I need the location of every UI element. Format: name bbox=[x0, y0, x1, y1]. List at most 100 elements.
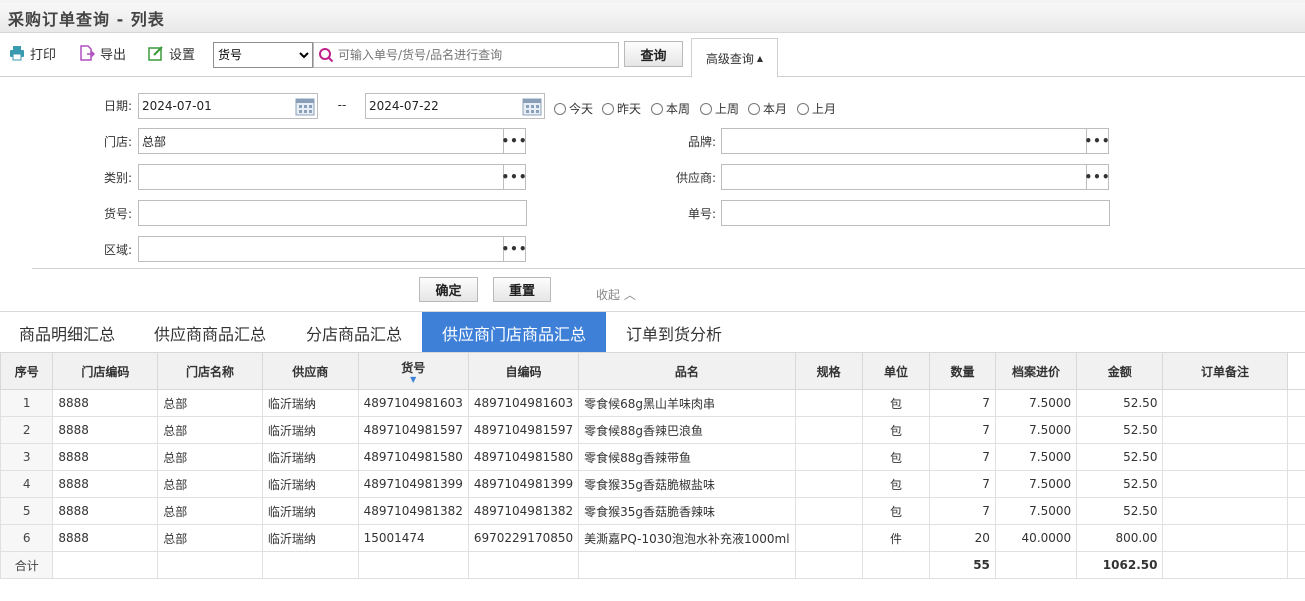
cell-store-name: 总部 bbox=[157, 443, 263, 471]
tab-order-arrival[interactable]: 订单到货分析 bbox=[606, 312, 742, 353]
cell-cost: 7.5000 bbox=[994, 416, 1078, 444]
edit-settings-icon bbox=[148, 46, 163, 61]
radio-last-week[interactable]: 上周 bbox=[700, 100, 739, 117]
table-row[interactable]: 1 8888 总部 临沂瑞纳 4897104981603 4897104981603 零食候… bbox=[0, 389, 1305, 417]
supplier-picker-button[interactable]: ••• bbox=[1085, 164, 1110, 190]
total-amount: 1062.50 bbox=[1076, 551, 1164, 579]
cell-unit: 包 bbox=[861, 389, 931, 417]
page-title: 采购订单查询 - 列表 bbox=[8, 9, 165, 29]
col-header-unit[interactable]: 单位 bbox=[861, 352, 931, 390]
cell-filler bbox=[1286, 443, 1305, 471]
print-button[interactable]: 打印 bbox=[9, 43, 56, 63]
print-label: 打印 bbox=[30, 47, 57, 63]
settings-button[interactable]: 设置 bbox=[148, 43, 195, 63]
brand-label: 品牌: bbox=[687, 135, 716, 149]
calendar-icon[interactable] bbox=[521, 95, 543, 117]
col-header-item-no-label: 货号 bbox=[401, 360, 426, 375]
collapse-toggle[interactable]: 收起 ︿ bbox=[596, 286, 636, 303]
search-field-select[interactable]: 货号 bbox=[213, 42, 313, 68]
radio-label: 上月 bbox=[812, 102, 837, 116]
cell-index: 5 bbox=[0, 497, 54, 525]
cell-store-name: 总部 bbox=[157, 470, 263, 498]
store-input[interactable]: 总部 bbox=[138, 128, 504, 154]
radio-today[interactable]: 今天 bbox=[554, 100, 593, 117]
col-header-supplier[interactable]: 供应商 bbox=[261, 352, 359, 390]
table-header-row: 序号 门店编码 门店名称 供应商 货号 ▼ 自编码 品名 规格 单位 数量 档案进… bbox=[0, 352, 1305, 390]
category-input[interactable] bbox=[138, 164, 504, 190]
col-header-store-code[interactable]: 门店编码 bbox=[52, 352, 159, 390]
search-input[interactable] bbox=[334, 44, 618, 66]
cell-remark bbox=[1162, 524, 1288, 552]
date-from-value: 2024-07-01 bbox=[142, 99, 212, 113]
table-row[interactable]: 4 8888 总部 临沂瑞纳 4897104981399 4897104981399 零食猴… bbox=[0, 470, 1305, 498]
region-input[interactable] bbox=[138, 236, 504, 262]
cell-item-no: 4897104981399 bbox=[357, 470, 469, 498]
cell-product-name: 零食候68g黑山羊味肉串 bbox=[578, 389, 796, 417]
cell-spec bbox=[794, 443, 863, 471]
caret-up-icon: ▲ bbox=[756, 53, 764, 63]
tab-supplier-item[interactable]: 供应商商品汇总 bbox=[134, 312, 286, 353]
export-label: 导出 bbox=[100, 47, 127, 63]
cell-remark bbox=[1162, 416, 1288, 444]
col-header-remark[interactable]: 订单备注 bbox=[1162, 352, 1288, 390]
store-value: 总部 bbox=[142, 134, 167, 149]
export-button[interactable]: 导出 bbox=[79, 43, 126, 63]
col-header-store-name[interactable]: 门店名称 bbox=[157, 352, 263, 390]
store-picker-button[interactable]: ••• bbox=[502, 128, 527, 154]
cell-remark bbox=[1162, 443, 1288, 471]
confirm-button[interactable]: 确定 bbox=[419, 277, 478, 302]
radio-this-week[interactable]: 本周 bbox=[651, 100, 690, 117]
tab-branch-item[interactable]: 分店商品汇总 bbox=[286, 312, 422, 353]
tab-item-detail[interactable]: 商品明细汇总 bbox=[0, 312, 134, 353]
total-empty-cell bbox=[157, 551, 263, 579]
table-row[interactable]: 6 8888 总部 临沂瑞纳 15001474 6970229170850 美澌嘉PQ-10… bbox=[0, 524, 1305, 552]
cell-index: 2 bbox=[0, 416, 54, 444]
cell-spec bbox=[794, 524, 863, 552]
search-box bbox=[313, 42, 619, 68]
cell-amount: 52.50 bbox=[1076, 416, 1164, 444]
category-picker-button[interactable]: ••• bbox=[502, 164, 527, 190]
total-empty-cell bbox=[467, 551, 580, 579]
search-icon bbox=[319, 48, 334, 63]
radio-this-month[interactable]: 本月 bbox=[748, 100, 787, 117]
col-header-spec[interactable]: 规格 bbox=[794, 352, 863, 390]
tab-supplier-store-item[interactable]: 供应商门店商品汇总 bbox=[422, 312, 606, 353]
region-picker-button[interactable]: ••• bbox=[502, 236, 527, 262]
cell-supplier: 临沂瑞纳 bbox=[261, 497, 359, 525]
col-header-self-code[interactable]: 自编码 bbox=[467, 352, 580, 390]
query-button[interactable]: 查询 bbox=[624, 41, 683, 67]
radio-label: 昨天 bbox=[617, 102, 642, 116]
cell-self-code: 4897104981382 bbox=[467, 497, 580, 525]
table-row[interactable]: 2 8888 总部 临沂瑞纳 4897104981597 4897104981597 零食候… bbox=[0, 416, 1305, 444]
order-no-input[interactable] bbox=[721, 200, 1110, 226]
cell-store-code: 8888 bbox=[52, 443, 159, 471]
col-header-amount[interactable]: 金额 bbox=[1076, 352, 1164, 390]
date-from-input[interactable]: 2024-07-01 bbox=[138, 93, 318, 119]
store-label: 门店: bbox=[103, 135, 132, 149]
cell-product-name: 零食猴35g香菇脆香辣味 bbox=[578, 497, 796, 525]
col-header-item-no[interactable]: 货号 ▼ bbox=[357, 352, 469, 390]
brand-picker-button[interactable]: ••• bbox=[1085, 128, 1110, 154]
reset-button[interactable]: 重置 bbox=[493, 277, 551, 302]
radio-label: 本周 bbox=[666, 102, 691, 116]
cell-cost: 7.5000 bbox=[994, 470, 1078, 498]
brand-input[interactable] bbox=[721, 128, 1087, 154]
date-to-input[interactable]: 2024-07-22 bbox=[365, 93, 545, 119]
cell-cost: 7.5000 bbox=[994, 443, 1078, 471]
table-row[interactable]: 5 8888 总部 临沂瑞纳 4897104981382 4897104981382 零食猴… bbox=[0, 497, 1305, 525]
cell-amount: 800.00 bbox=[1076, 524, 1164, 552]
cell-filler bbox=[1286, 524, 1305, 552]
item-no-input[interactable] bbox=[138, 200, 527, 226]
table-row[interactable]: 3 8888 总部 临沂瑞纳 4897104981580 4897104981580 零食候… bbox=[0, 443, 1305, 471]
col-header-cost[interactable]: 档案进价 bbox=[994, 352, 1078, 390]
supplier-input[interactable] bbox=[721, 164, 1087, 190]
radio-label: 上周 bbox=[715, 102, 740, 116]
col-header-product-name[interactable]: 品名 bbox=[578, 352, 796, 390]
radio-last-month[interactable]: 上月 bbox=[797, 100, 836, 117]
col-header-index[interactable]: 序号 bbox=[0, 352, 54, 390]
radio-yesterday[interactable]: 昨天 bbox=[602, 100, 641, 117]
advanced-query-tab[interactable]: 高级查询 ▲ bbox=[691, 38, 778, 78]
col-header-qty[interactable]: 数量 bbox=[929, 352, 996, 390]
calendar-icon[interactable] bbox=[294, 95, 316, 117]
total-empty-cell bbox=[794, 551, 863, 579]
